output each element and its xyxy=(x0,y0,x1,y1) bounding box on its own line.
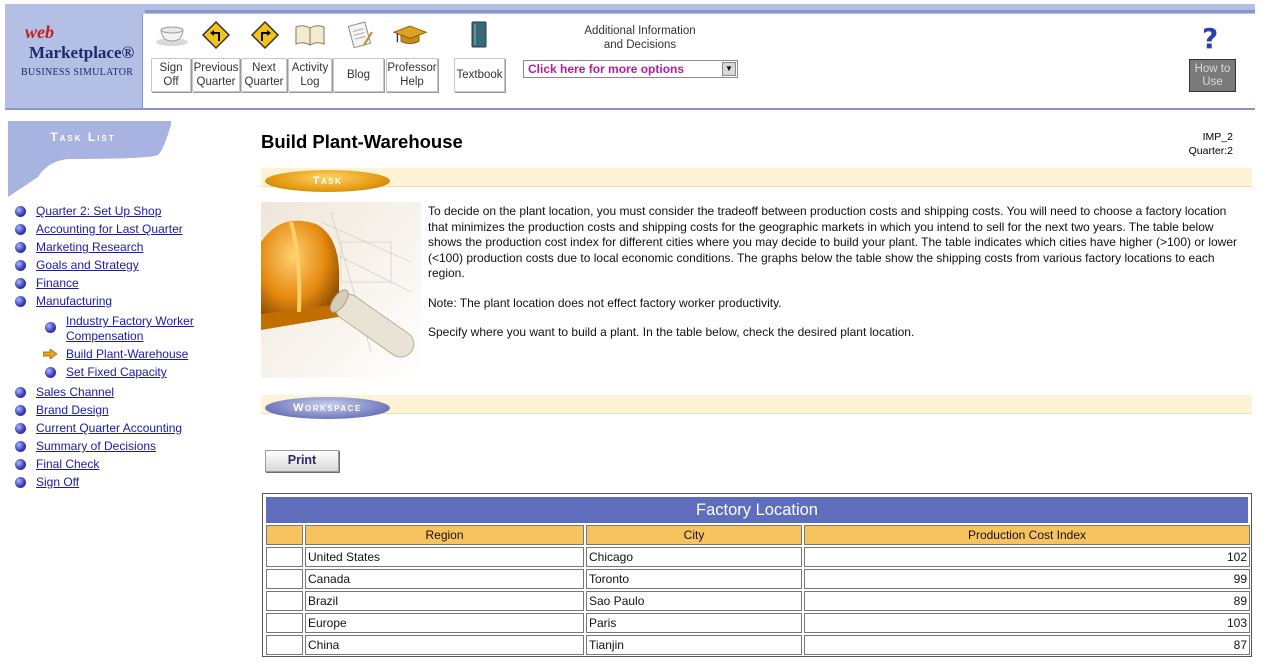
current-arrow-icon xyxy=(43,349,57,359)
plant-location-checkbox-cell[interactable] xyxy=(266,547,303,567)
dropdown-arrow-icon[interactable]: ▼ xyxy=(722,62,736,76)
sidebar-item-manufacturing[interactable]: Manufacturing xyxy=(36,294,112,309)
how-to-use-button[interactable]: How to Use xyxy=(1189,59,1236,92)
page-title: Build Plant-Warehouse xyxy=(261,131,463,152)
task-section-label: Task xyxy=(265,170,390,192)
bullet-icon xyxy=(15,296,26,307)
bullet-icon xyxy=(15,477,26,488)
header-top-line xyxy=(145,10,1255,13)
sidebar-item-brand-design[interactable]: Brand Design xyxy=(36,403,109,418)
bullet-icon xyxy=(15,242,26,253)
bullet-icon xyxy=(15,387,26,398)
table-cell-region: Canada xyxy=(305,569,584,589)
sidebar-subitem-label-line2: Compensation xyxy=(66,329,144,343)
sidebar-item-goals-strategy[interactable]: Goals and Strategy xyxy=(36,258,139,273)
web-marketplace-logo: web Marketplace® BUSINESS SIMULATOR xyxy=(19,22,139,84)
table-cell-index: 87 xyxy=(804,635,1250,655)
sidebar-item-quarter-2[interactable]: Quarter 2: Set Up Shop xyxy=(36,204,161,219)
graduation-cap-icon[interactable] xyxy=(392,20,428,50)
closed-book-icon[interactable] xyxy=(461,20,497,50)
professor-help-button[interactable]: Professor Help xyxy=(386,58,438,92)
bullet-icon xyxy=(15,224,26,235)
previous-quarter-button[interactable]: Previous Quarter xyxy=(192,58,240,92)
table-title: Factory Location xyxy=(266,497,1248,523)
sidebar-item-finance[interactable]: Finance xyxy=(36,276,79,291)
more-options-value: Click here for more options xyxy=(528,62,685,76)
sidebar-subitem-factory-worker-compensation[interactable]: Industry Factory Worker Compensation xyxy=(66,314,194,344)
bullet-icon xyxy=(15,459,26,470)
sidebar-subitem-set-fixed-capacity[interactable]: Set Fixed Capacity xyxy=(66,365,167,380)
table-cell-index: 99 xyxy=(804,569,1250,589)
sidebar-item-sales-channel[interactable]: Sales Channel xyxy=(36,385,114,400)
bullet-icon xyxy=(15,278,26,289)
bullet-icon xyxy=(15,441,26,452)
plant-location-checkbox-cell[interactable] xyxy=(266,613,303,633)
bullet-icon xyxy=(15,405,26,416)
teacup-icon[interactable] xyxy=(154,20,190,50)
table-cell-city: Tianjin xyxy=(586,635,802,655)
table-cell-city: Sao Paulo xyxy=(586,591,802,611)
additional-info-label: Additional Information and Decisions xyxy=(584,25,696,51)
bullet-icon xyxy=(15,206,26,217)
table-cell-index: 89 xyxy=(804,591,1250,611)
bullet-icon xyxy=(15,260,26,271)
table-cell-region: United States xyxy=(305,547,584,567)
task-section-bar xyxy=(261,168,1252,187)
app-header: web Marketplace® BUSINESS SIMULATOR xyxy=(5,4,1259,110)
workspace-section-label: Workspace xyxy=(265,397,390,419)
bullet-icon xyxy=(45,322,56,333)
sidebar-item-summary-of-decisions[interactable]: Summary of Decisions xyxy=(36,439,156,454)
table-cell-index: 103 xyxy=(804,613,1250,633)
more-options-dropdown[interactable]: Click here for more options ▼ xyxy=(523,60,738,78)
sidebar-subitem-label: Industry Factory Worker xyxy=(66,314,194,328)
task-instructions-paragraph: To decide on the plant location, you mus… xyxy=(428,204,1237,280)
sidebar-item-marketing-research[interactable]: Marketing Research xyxy=(36,240,143,255)
header-bottom-line xyxy=(5,108,1255,110)
notepad-icon[interactable] xyxy=(341,20,377,50)
bullet-icon xyxy=(15,423,26,434)
plant-location-checkbox-cell[interactable] xyxy=(266,635,303,655)
logo-marketplace-text: Marketplace® xyxy=(29,43,135,62)
table-cell-region: China xyxy=(305,635,584,655)
blog-button[interactable]: Blog xyxy=(333,58,384,92)
task-note-paragraph: Note: The plant location does not effect… xyxy=(428,296,782,310)
table-header-production-cost-index: Production Cost Index xyxy=(804,525,1250,545)
sidebar-subitem-build-plant-warehouse[interactable]: Build Plant-Warehouse xyxy=(66,347,188,362)
factory-location-table: Factory Location Region City Production … xyxy=(262,493,1252,657)
table-cell-region: Europe xyxy=(305,613,584,633)
table-cell-index: 102 xyxy=(804,547,1250,567)
task-specify-paragraph: Specify where you want to build a plant.… xyxy=(428,325,915,339)
sidebar-item-accounting-last-quarter[interactable]: Accounting for Last Quarter xyxy=(36,222,183,237)
table-cell-city: Toronto xyxy=(586,569,802,589)
sign-off-button[interactable]: Sign Off xyxy=(151,58,191,92)
bullet-icon xyxy=(45,367,56,378)
turn-left-sign-icon[interactable] xyxy=(198,20,234,50)
logo-subtitle: BUSINESS SIMULATOR xyxy=(21,67,134,78)
table-header-select xyxy=(266,525,303,545)
plant-location-checkbox-cell[interactable] xyxy=(266,569,303,589)
plant-location-checkbox-cell[interactable] xyxy=(266,591,303,611)
page-meta: IMP_2 Quarter:2 xyxy=(1188,131,1233,157)
sidebar-item-current-quarter-accounting[interactable]: Current Quarter Accounting xyxy=(36,421,182,436)
table-cell-city: Paris xyxy=(586,613,802,633)
open-book-icon[interactable] xyxy=(292,20,328,50)
table-cell-city: Chicago xyxy=(586,547,802,567)
turn-right-sign-icon[interactable] xyxy=(247,20,283,50)
logo-web-text: web xyxy=(25,22,54,42)
next-quarter-button[interactable]: Next Quarter xyxy=(241,58,287,92)
textbook-button[interactable]: Textbook xyxy=(454,58,505,92)
print-button[interactable]: Print xyxy=(265,450,339,472)
sidebar-item-sign-off[interactable]: Sign Off xyxy=(36,475,79,490)
table-header-region: Region xyxy=(305,525,584,545)
question-mark-icon[interactable]: ? xyxy=(1202,22,1218,55)
activity-log-button[interactable]: Activity Log xyxy=(288,58,332,92)
workspace-section-bar xyxy=(261,395,1252,414)
table-header-city: City xyxy=(586,525,802,545)
table-cell-region: Brazil xyxy=(305,591,584,611)
sidebar-item-final-check[interactable]: Final Check xyxy=(36,457,99,472)
task-list-title: Task List xyxy=(50,130,116,144)
hardhat-blueprint-image xyxy=(261,202,421,378)
